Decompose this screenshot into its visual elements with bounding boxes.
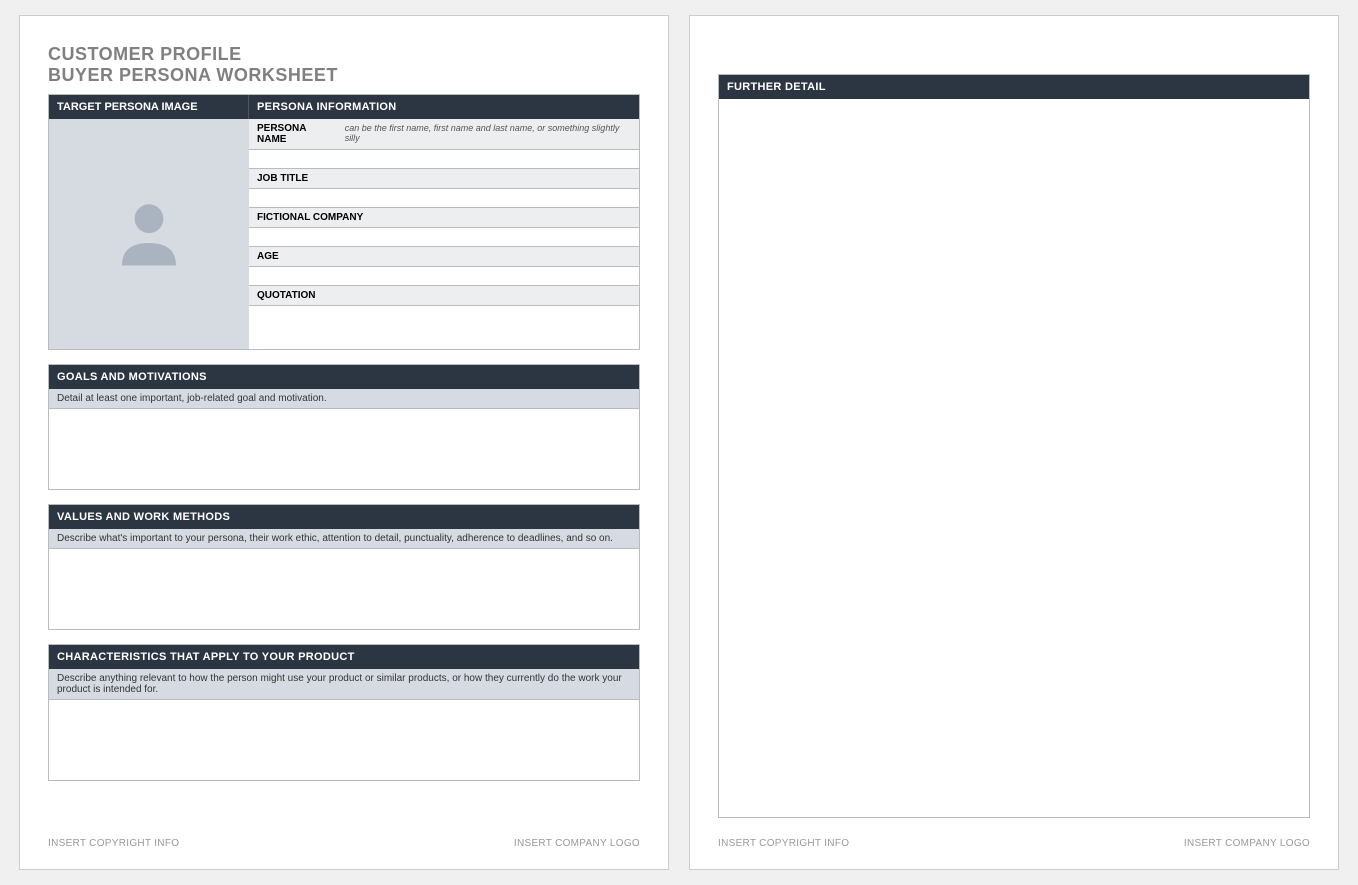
worksheet-page-1: CUSTOMER PROFILE BUYER PERSONA WORKSHEET… (19, 15, 669, 870)
persona-name-input[interactable] (249, 150, 639, 168)
quotation-input[interactable] (249, 306, 639, 349)
job-title-input[interactable] (249, 189, 639, 207)
field-job-title: JOB TITLE (249, 169, 639, 208)
footer-logo-2: INSERT COMPANY LOGO (1184, 838, 1310, 849)
values-input[interactable] (49, 549, 639, 629)
page2-footer: INSERT COPYRIGHT INFO INSERT COMPANY LOG… (718, 826, 1310, 849)
fictional-company-input[interactable] (249, 228, 639, 246)
persona-name-label: PERSONA NAME can be the first name, firs… (249, 119, 639, 150)
target-image-header: TARGET PERSONA IMAGE (49, 95, 249, 119)
avatar-icon (104, 189, 194, 279)
goals-hint: Detail at least one important, job-relat… (49, 389, 639, 409)
values-header: VALUES AND WORK METHODS (49, 505, 639, 529)
goals-input[interactable] (49, 409, 639, 489)
further-detail-header: FURTHER DETAIL (719, 75, 1309, 99)
section-further-detail: FURTHER DETAIL (718, 74, 1310, 818)
page1-footer: INSERT COPYRIGHT INFO INSERT COMPANY LOG… (48, 826, 640, 849)
footer-logo: INSERT COMPANY LOGO (514, 838, 640, 849)
fictional-company-label: FICTIONAL COMPANY (249, 208, 639, 228)
characteristics-input[interactable] (49, 700, 639, 780)
section-characteristics: CHARACTERISTICS THAT APPLY TO YOUR PRODU… (48, 644, 640, 781)
section-values: VALUES AND WORK METHODS Describe what's … (48, 504, 640, 630)
target-image-column: TARGET PERSONA IMAGE (49, 95, 249, 349)
footer-copyright: INSERT COPYRIGHT INFO (48, 838, 179, 849)
page-title-line2: BUYER PERSONA WORKSHEET (48, 65, 640, 86)
persona-info-column: PERSONA INFORMATION PERSONA NAME can be … (249, 95, 639, 349)
persona-top-row: TARGET PERSONA IMAGE PERSONA INFORMATION… (48, 94, 640, 350)
job-title-label: JOB TITLE (249, 169, 639, 189)
goals-header: GOALS AND MOTIVATIONS (49, 365, 639, 389)
persona-image-placeholder[interactable] (49, 119, 249, 349)
worksheet-page-2: FURTHER DETAIL INSERT COPYRIGHT INFO INS… (689, 15, 1339, 870)
section-goals: GOALS AND MOTIVATIONS Detail at least on… (48, 364, 640, 490)
field-quotation: QUOTATION (249, 286, 639, 349)
footer-copyright-2: INSERT COPYRIGHT INFO (718, 838, 849, 849)
field-persona-name: PERSONA NAME can be the first name, firs… (249, 119, 639, 169)
age-input[interactable] (249, 267, 639, 285)
age-label: AGE (249, 247, 639, 267)
values-hint: Describe what's important to your person… (49, 529, 639, 549)
characteristics-header: CHARACTERISTICS THAT APPLY TO YOUR PRODU… (49, 645, 639, 669)
persona-info-header: PERSONA INFORMATION (249, 95, 639, 119)
field-fictional-company: FICTIONAL COMPANY (249, 208, 639, 247)
page-title-line1: CUSTOMER PROFILE (48, 44, 640, 65)
quotation-label: QUOTATION (249, 286, 639, 306)
further-detail-input[interactable] (719, 99, 1309, 817)
field-age: AGE (249, 247, 639, 286)
persona-name-label-text: PERSONA NAME (257, 123, 337, 145)
characteristics-hint: Describe anything relevant to how the pe… (49, 669, 639, 700)
persona-name-hint: can be the first name, first name and la… (345, 123, 631, 143)
